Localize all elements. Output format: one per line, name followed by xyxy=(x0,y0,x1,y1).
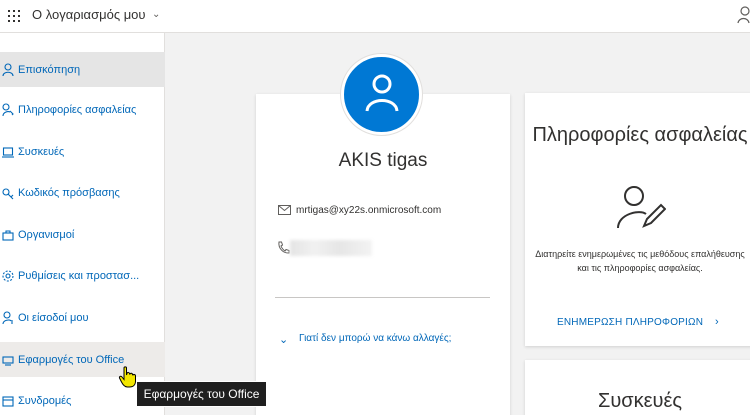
sidebar-item-label: Εφαρμογές του Office xyxy=(18,353,125,366)
sidebar-item-password[interactable]: Κωδικός πρόσβασης xyxy=(0,175,165,210)
phone-number-redacted xyxy=(290,240,372,256)
sidebar-item-settings-privacy[interactable]: Ρυθμίσεις και προστασ... xyxy=(0,258,165,293)
security-info-title: Πληροφορίες ασφαλείας xyxy=(532,124,748,146)
sidebar-item-label: Ρυθμίσεις και προστασ... xyxy=(18,269,140,282)
divider xyxy=(275,297,490,298)
update-info-link[interactable]: ΕΝΗΜΕΡΩΣΗ ΠΛΗΡΟΦΟΡΙΩΝ xyxy=(557,317,703,328)
security-info-edit-icon xyxy=(617,186,666,229)
devices-title: Συσκευές xyxy=(597,390,683,412)
office-apps-icon xyxy=(2,355,14,366)
user-email: mrtigas@xy22s.onmicrosoft.com xyxy=(296,205,442,216)
chevron-down-icon[interactable]: ⌄ xyxy=(279,333,288,346)
sidebar-item-label: Οι είσοδοί μου xyxy=(18,311,89,324)
sidebar-item-office-apps[interactable]: Εφαρμογές του Office xyxy=(0,342,165,377)
mail-icon xyxy=(278,205,291,215)
app-title[interactable]: Ο λογαριασμός μου xyxy=(32,7,146,22)
sidebar-item-devices[interactable]: Συσκευές xyxy=(0,134,165,169)
sidebar-item-my-signins[interactable]: Οι είσοδοί μου xyxy=(0,300,165,335)
subscriptions-icon xyxy=(2,395,14,407)
chevron-down-icon[interactable]: ⌄ xyxy=(152,9,160,20)
account-person-icon[interactable] xyxy=(737,6,750,24)
key-icon xyxy=(2,187,14,199)
app-launcher-icon[interactable] xyxy=(8,10,20,22)
sidebar-item-label: Πληροφορίες ασφαλείας xyxy=(18,103,137,116)
signin-icon xyxy=(2,310,13,324)
hand-pointer-cursor-icon xyxy=(118,366,136,388)
settings-icon xyxy=(2,269,14,282)
user-display-name: AKIS tigas xyxy=(338,150,428,171)
why-cant-edit-link[interactable]: Γιατί δεν μπορώ να κάνω αλλαγές; xyxy=(299,333,451,344)
phone-icon xyxy=(278,241,290,254)
sidebar-item-label: Συνδρομές xyxy=(18,394,72,407)
security-info-description: Διατηρείτε ενημερωμένες τις μεθόδους επα… xyxy=(535,249,745,273)
sidebar-item-organizations[interactable]: Οργανισμοί xyxy=(0,217,165,252)
sidebar-item-label: Συσκευές xyxy=(18,145,65,158)
person-icon xyxy=(2,62,14,76)
sidebar-item-label: Οργανισμοί xyxy=(18,228,75,241)
briefcase-icon xyxy=(2,229,14,241)
sidebar-item-label: Επισκόπηση xyxy=(18,63,81,76)
tooltip: Εφαρμογές του Office xyxy=(136,381,267,407)
top-bar: Ο λογαριασμός μου ⌄ xyxy=(0,0,750,33)
avatar xyxy=(341,54,422,135)
sidebar-item-overview[interactable]: Επισκόπηση xyxy=(0,52,165,87)
security-key-icon xyxy=(2,102,14,116)
sidebar-item-security-info[interactable]: Πληροφορίες ασφαλείας xyxy=(0,92,165,127)
sidebar: Επισκόπηση Πληροφορίες ασφαλείας Συσκευέ… xyxy=(0,33,165,415)
sidebar-item-label: Κωδικός πρόσβασης xyxy=(18,186,120,199)
chevron-right-icon[interactable]: › xyxy=(715,316,719,328)
person-icon xyxy=(365,74,399,112)
laptop-icon xyxy=(2,146,14,158)
